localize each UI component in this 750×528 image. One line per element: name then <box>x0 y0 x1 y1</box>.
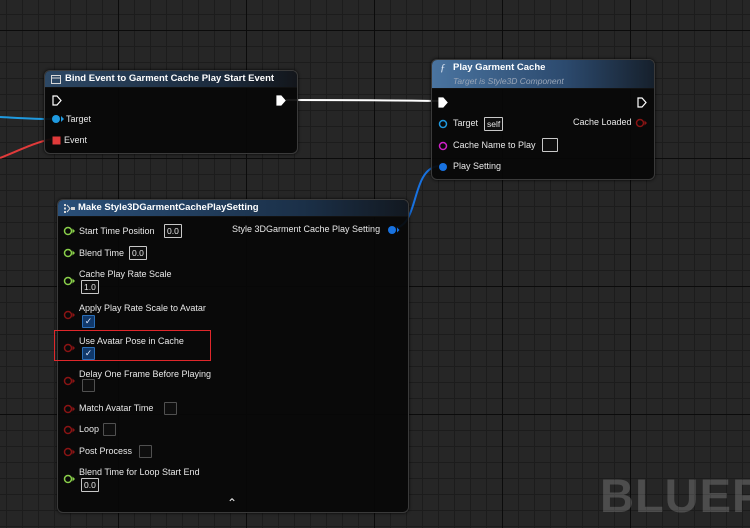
loop-label: Loop <box>79 424 100 434</box>
apply-rate-label: Apply Play Rate Scale to Avatar <box>79 303 206 313</box>
play-setting-label: Play Setting <box>453 161 502 171</box>
output-pin[interactable] <box>387 225 401 235</box>
cache-loaded-label: Cache Loaded <box>573 117 632 127</box>
start-time-input[interactable]: 0.0 <box>164 224 182 238</box>
event-label: Event <box>64 135 88 145</box>
blueprint-watermark: BLUEPR <box>600 469 750 522</box>
loop-checkbox[interactable] <box>103 423 116 436</box>
blend-time-label: Blend Time <box>79 248 125 258</box>
cache-name-pin[interactable] <box>438 141 448 151</box>
node-header: Bind Event to Garment Cache Play Start E… <box>45 71 297 88</box>
delay-frame-pin[interactable] <box>63 376 76 386</box>
apply-rate-pin[interactable] <box>63 310 76 320</box>
node-title: Make Style3DGarmentCachePlaySetting <box>78 202 259 213</box>
event-pin[interactable] <box>52 136 61 145</box>
target-label: Target <box>453 118 479 128</box>
node-title: Bind Event to Garment Cache Play Start E… <box>65 73 275 84</box>
target-pin[interactable] <box>51 114 65 124</box>
apply-rate-checkbox[interactable]: ✓ <box>82 315 95 328</box>
play-setting-pin[interactable] <box>438 162 448 172</box>
node-title: Play Garment Cache <box>453 62 546 73</box>
delay-frame-checkbox[interactable] <box>82 379 95 392</box>
node-header: Make Style3DGarmentCachePlaySetting <box>58 200 408 217</box>
match-avatar-time-pin[interactable] <box>63 404 76 414</box>
node-subtitle: Target is Style3D Component <box>453 76 564 86</box>
highlight-box <box>54 330 211 361</box>
start-time-pin[interactable] <box>63 226 76 236</box>
loop-pin[interactable] <box>63 425 76 435</box>
cache-loaded-pin[interactable] <box>635 118 648 128</box>
loop-blend-time-input[interactable]: 0.0 <box>81 478 99 492</box>
exec-in-pin[interactable] <box>438 97 448 108</box>
loop-blend-time-pin[interactable] <box>63 474 76 484</box>
delay-frame-label: Delay One Frame Before Playing <box>79 369 212 379</box>
exec-out-pin[interactable] <box>637 97 647 108</box>
target-pin[interactable] <box>438 119 448 129</box>
cache-name-input[interactable] <box>542 138 558 152</box>
play-rate-pin[interactable] <box>63 276 76 286</box>
match-avatar-time-checkbox[interactable] <box>164 402 177 415</box>
play-rate-input[interactable]: 1.0 <box>81 280 99 294</box>
start-time-label: Start Time Position <box>79 226 155 236</box>
play-garment-cache-node[interactable]: ƒ Play Garment Cache Target is Style3D C… <box>431 59 655 180</box>
post-process-checkbox[interactable] <box>139 445 152 458</box>
match-avatar-time-label: Match Avatar Time <box>79 403 154 413</box>
output-label: Style 3DGarment Cache Play Setting <box>232 224 381 234</box>
play-rate-label: Cache Play Rate Scale <box>79 269 172 279</box>
exec-out-pin[interactable] <box>276 95 286 106</box>
loop-blend-time-label: Blend Time for Loop Start End <box>79 467 200 477</box>
target-label: Target <box>66 114 92 124</box>
exec-wire <box>285 99 441 102</box>
exec-in-pin[interactable] <box>52 95 62 106</box>
cache-name-label: Cache Name to Play <box>453 140 536 150</box>
blend-time-pin[interactable] <box>63 248 76 258</box>
node-header: ƒ Play Garment Cache Target is Style3D C… <box>432 60 654 89</box>
function-icon: ƒ <box>440 62 446 74</box>
make-struct-icon <box>64 204 75 213</box>
collapse-advanced-icon[interactable]: ⌃ <box>227 496 237 510</box>
blend-time-input[interactable]: 0.0 <box>129 246 147 260</box>
event-delegate-icon <box>51 75 61 84</box>
post-process-pin[interactable] <box>63 447 76 457</box>
post-process-label: Post Process <box>79 446 133 456</box>
target-default-value[interactable]: self <box>484 117 504 131</box>
bind-event-node[interactable]: Bind Event to Garment Cache Play Start E… <box>44 70 298 154</box>
